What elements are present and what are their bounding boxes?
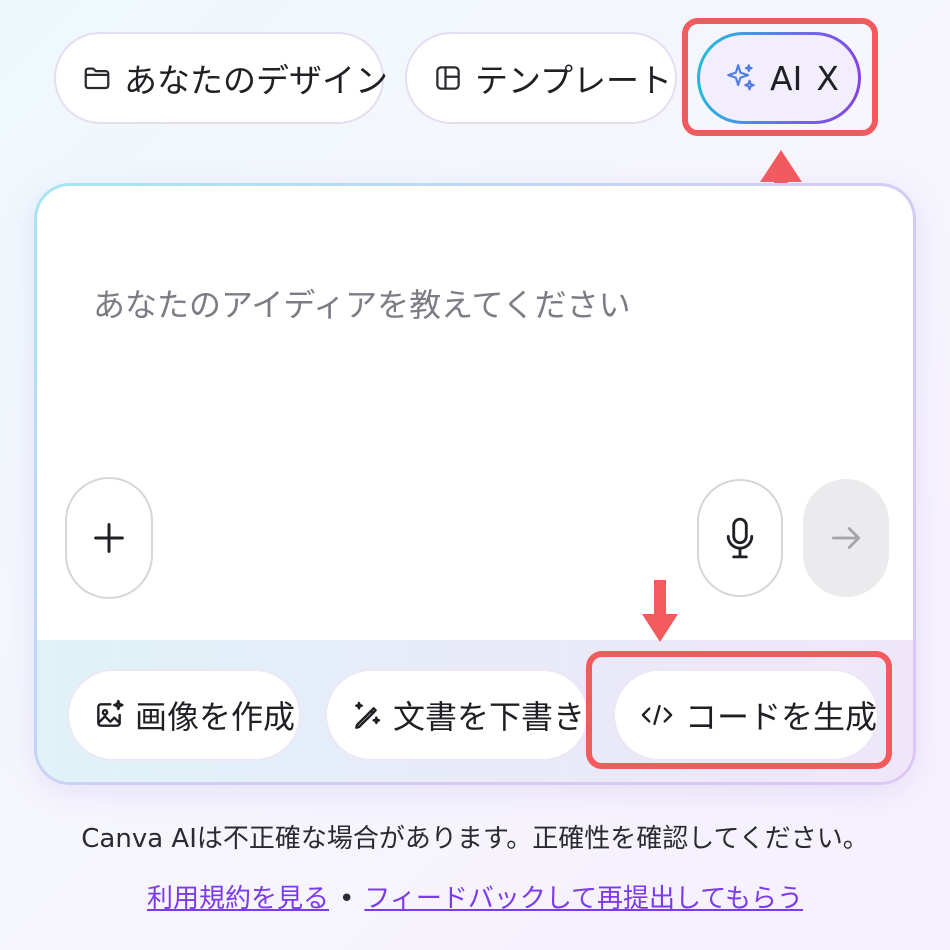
plus-icon xyxy=(94,523,124,553)
add-button[interactable] xyxy=(65,477,153,599)
image-sparkle-icon xyxy=(97,699,124,727)
footer-separator: • xyxy=(339,884,355,914)
tab-templates-label: テンプレート xyxy=(475,61,673,100)
feedback-link[interactable]: フィードバックして再提出してもらう xyxy=(364,884,803,914)
highlight-box-ai-tab xyxy=(682,18,878,136)
arrow-right-icon xyxy=(831,527,861,549)
draft-document-label: 文書を下書き xyxy=(393,698,586,736)
tab-your-designs[interactable]: あなたのデザイン xyxy=(54,32,388,124)
draft-document-button[interactable]: 文書を下書き xyxy=(325,669,589,761)
microphone-button[interactable] xyxy=(697,479,783,597)
create-image-label: 画像を作成 xyxy=(135,698,296,736)
send-button[interactable] xyxy=(803,479,889,597)
pen-sparkle-icon xyxy=(355,701,381,729)
arrow-down-icon xyxy=(642,580,678,642)
template-layout-icon xyxy=(436,66,460,90)
tab-templates[interactable]: テンプレート xyxy=(405,32,677,124)
footer-links: 利用規約を見る • フィードバックして再提出してもらう xyxy=(0,878,950,915)
ai-disclaimer-text: Canva AIは不正確な場合があります。正確性を確認してください。 xyxy=(81,824,869,854)
create-image-button[interactable]: 画像を作成 xyxy=(67,669,301,761)
terms-link[interactable]: 利用規約を見る xyxy=(147,884,329,914)
folder-icon xyxy=(84,67,110,90)
tab-your-designs-label: あなたのデザイン xyxy=(124,61,388,100)
highlight-box-generate-code xyxy=(586,651,892,769)
prompt-input[interactable]: あなたのアイディアを教えてください xyxy=(93,280,631,326)
microphone-icon xyxy=(726,517,754,559)
